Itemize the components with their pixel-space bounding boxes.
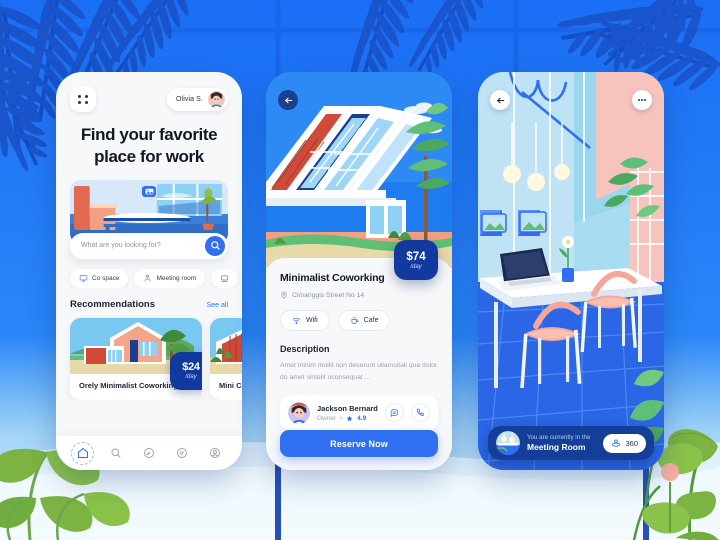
arrow-left-icon [284,97,292,103]
more-dots-icon [638,99,646,101]
image-placeholder-icon [142,185,156,197]
description-title: Description [280,344,330,354]
detail-sheet: Minimalist Coworking Cimanggis Street No… [266,258,452,470]
section-title: Recommendations [70,298,155,310]
compass-icon[interactable] [141,446,156,461]
price-value: $24 [182,361,200,373]
location-pin-icon [281,291,287,299]
wifi-icon [292,317,301,325]
price-value: $74 [406,250,426,263]
desk-icon [221,275,229,282]
owner-info: Jackson Bernard Owner 4.9 [317,404,378,422]
price-badge: $74 /day [394,240,438,280]
price-unit: /day [185,374,197,380]
place-address: Cimanggis Street No 14 [280,291,438,299]
room-thumbnail [496,431,520,455]
see-all-link[interactable]: See all [207,302,228,309]
monitor-icon [79,274,88,282]
amenity-label: Cafe [363,317,379,324]
amenities-row: Wifi Cafe [280,310,438,331]
arrow-left-icon [496,97,504,103]
price-badge: $24 /day [170,351,202,390]
panorama-icon [612,439,621,447]
back-button[interactable] [278,90,298,110]
chip-label: Meeting room [156,274,197,282]
meeting-room-illustration [478,72,664,470]
owner-role: Owner [317,414,337,422]
star-icon [346,415,353,421]
user-avatar [208,90,225,108]
phone-screen-detail: $74 /day Minimalist Coworking Cimanggis … [266,72,452,470]
search-input[interactable]: What are you looking for? [81,242,205,249]
search-icon[interactable] [205,235,225,256]
owner-meta: Owner 4.9 [317,415,378,422]
chip-desk[interactable] [211,268,239,288]
chip-label: Co space [92,274,120,282]
status-room-name: Meeting Room [527,442,586,452]
status-prefix: You are currently in the [527,434,591,441]
category-chips: Co space Meeting room [56,259,242,288]
panorama-360-button[interactable]: 360 [603,433,646,453]
amenity-cafe[interactable]: Cafe [337,310,391,331]
address-text: Cimanggis Street No 14 [292,291,365,299]
chat-icon [390,409,399,418]
bottom-tab-bar [56,436,242,470]
search-icon[interactable] [108,446,123,461]
call-owner-button[interactable] [411,403,430,423]
user-profile-pill[interactable]: Olivia S. [167,87,228,111]
panorama-label: 360 [625,438,638,448]
amenity-label: Wifi [306,317,318,324]
card-title: Mini Cow [219,380,242,390]
phone-screen-home: Olivia S. Find your favorite place for w… [56,72,242,470]
search-bar[interactable]: What are you looking for? [70,232,228,259]
amenity-wifi[interactable]: Wifi [280,310,330,331]
more-options-button[interactable] [632,90,652,110]
back-button[interactable] [490,90,510,110]
chip-co-space[interactable]: Co space [70,268,129,288]
profile-icon[interactable] [208,446,223,461]
status-text: You are currently in the Meeting Room [527,434,596,452]
phone-icon [416,409,424,417]
description-text: Amet minim mollit non deserunt ullamsita… [280,362,438,381]
coffee-cup-icon [351,316,359,324]
owner-rating: 4.9 [357,414,367,422]
owner-card[interactable]: Jackson Bernard Owner 4.9 [280,394,438,431]
owner-name: Jackson Bernard [317,403,378,413]
phone-screen-room-view: You are currently in the Meeting Room 36… [478,72,664,470]
separator-dot [340,417,343,420]
grid-menu-icon[interactable] [70,86,96,112]
page-title: Find your favorite place for work [80,125,218,166]
chip-meeting-room[interactable]: Meeting room [134,268,206,288]
recommendations-header: Recommendations See all [56,288,242,310]
price-unit: /day [410,263,422,270]
recommendation-card[interactable]: Mini Cow [210,317,242,401]
card-image [210,317,242,374]
reserve-now-button[interactable]: Reserve Now [280,430,438,457]
user-name: Olivia S. [176,95,203,103]
owner-avatar [288,401,310,424]
message-owner-button[interactable] [385,403,404,423]
recommendations-list[interactable]: Orely Minimalist Coworking $24 /day Mini… [56,310,242,401]
chat-icon[interactable] [175,446,190,461]
detail-hero-image [266,72,452,268]
home-icon[interactable] [71,441,95,465]
home-header: Olivia S. [56,72,242,112]
recommendation-card[interactable]: Orely Minimalist Coworking $24 /day [70,317,202,401]
current-room-status-bar: You are currently in the Meeting Room 36… [488,426,654,460]
presentation-icon [145,274,151,282]
